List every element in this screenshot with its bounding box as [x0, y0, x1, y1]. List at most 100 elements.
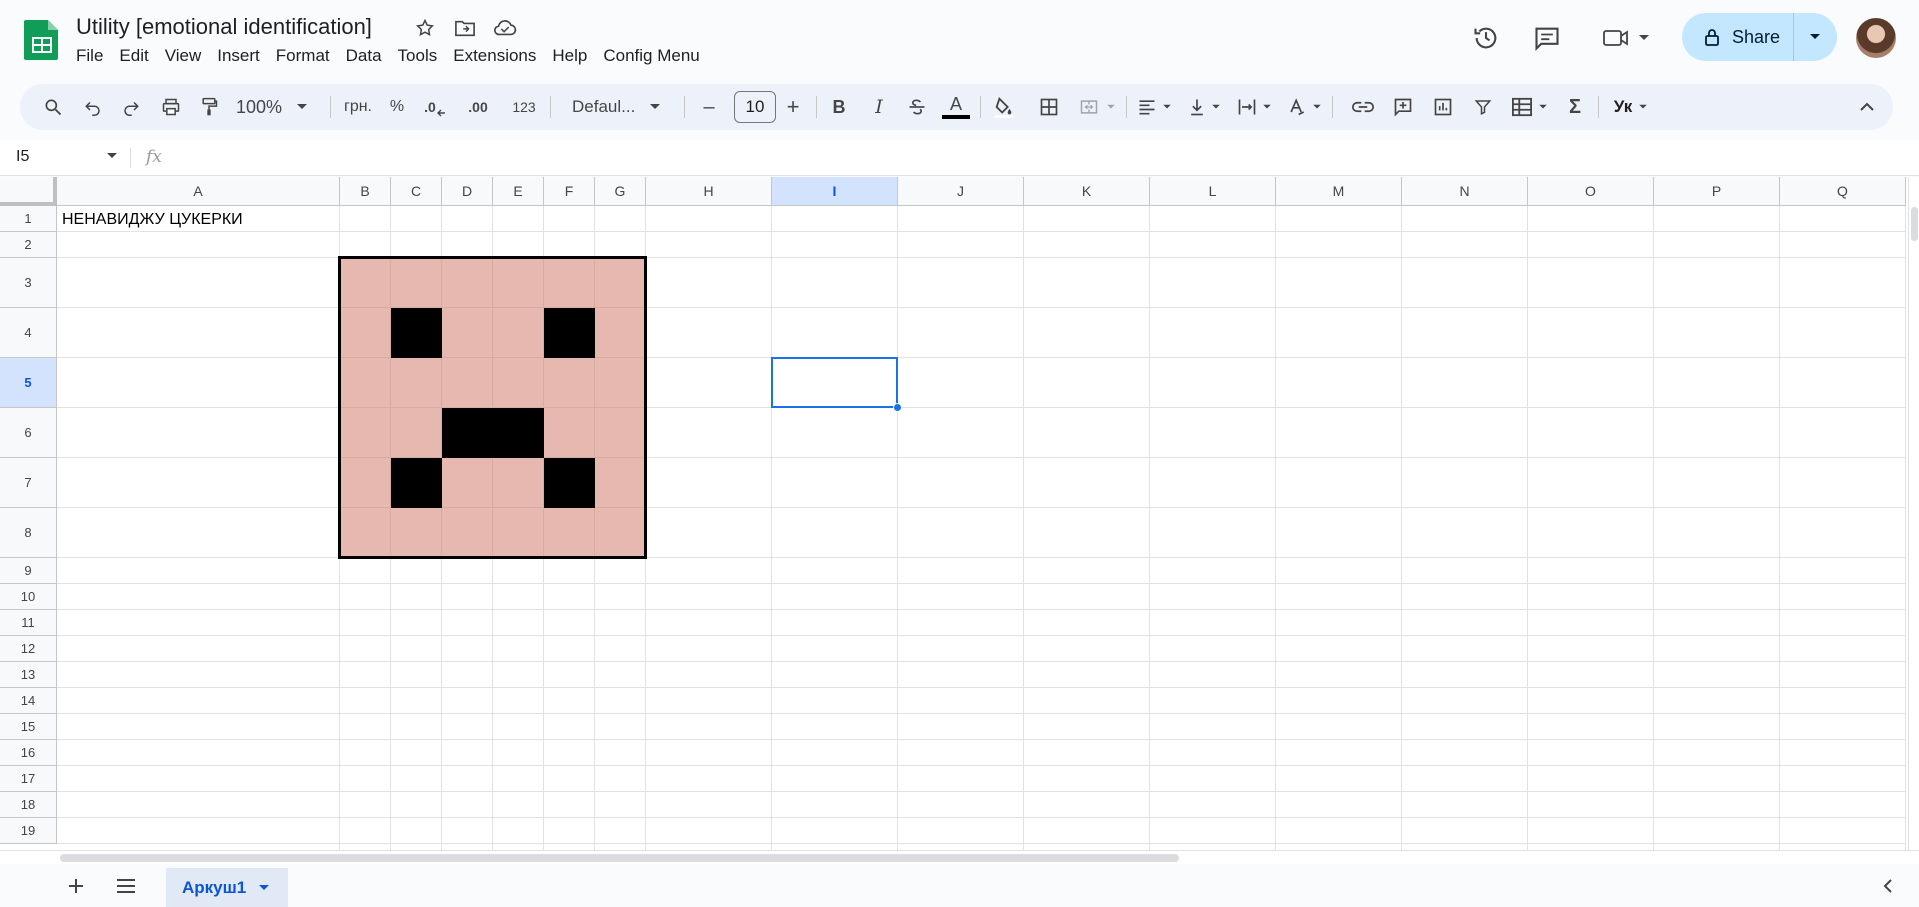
sheets-logo-icon[interactable] [24, 18, 60, 62]
column-header-q[interactable]: Q [1780, 177, 1906, 206]
horizontal-scrollbar[interactable] [0, 850, 1919, 864]
menu-edit[interactable]: Edit [111, 44, 156, 68]
menu-help[interactable]: Help [544, 44, 595, 68]
face-cell-f4[interactable] [544, 308, 595, 358]
face-cell-b3[interactable] [340, 258, 391, 308]
name-box[interactable]: I5 [16, 148, 29, 166]
menu-data[interactable]: Data [338, 44, 390, 68]
column-header-o[interactable]: O [1528, 177, 1654, 206]
fill-handle[interactable] [893, 403, 902, 412]
column-header-g[interactable]: G [595, 177, 646, 206]
bold-button[interactable]: B [822, 84, 856, 130]
add-sheet-icon[interactable] [62, 874, 90, 898]
undo-icon[interactable] [76, 84, 110, 130]
menu-file[interactable]: File [68, 44, 111, 68]
insert-chart-icon[interactable] [1426, 84, 1460, 130]
selected-cell-i5[interactable] [771, 357, 898, 408]
comments-icon[interactable] [1529, 20, 1565, 56]
face-cell-d7[interactable] [442, 458, 493, 508]
face-cell-c6[interactable] [391, 408, 442, 458]
column-header-e[interactable]: E [493, 177, 544, 206]
face-cell-d4[interactable] [442, 308, 493, 358]
decrease-font-size-button[interactable]: – [692, 84, 726, 130]
user-avatar[interactable] [1856, 18, 1896, 58]
search-menus-icon[interactable] [36, 84, 70, 130]
menu-view[interactable]: View [157, 44, 210, 68]
face-cell-f6[interactable] [544, 408, 595, 458]
zoom-select[interactable]: 100% [236, 84, 324, 130]
move-folder-icon[interactable] [452, 15, 478, 41]
text-wrapping-icon[interactable] [1232, 84, 1276, 130]
spreadsheet-grid[interactable]: ABCDEFGHIJKLMNOPQ 1 2 3 4 5 6 7 8 9 10 11 12 13 14 15 1… [0, 177, 1908, 850]
table-view-icon[interactable] [1506, 84, 1552, 130]
row-header-15[interactable]: 15 [0, 714, 57, 740]
functions-button[interactable]: Σ [1558, 84, 1592, 130]
face-cell-c4[interactable] [391, 308, 442, 358]
row-header-2[interactable]: 2 [0, 232, 57, 258]
column-header-i[interactable]: I [772, 177, 898, 206]
menu-extensions[interactable]: Extensions [445, 44, 544, 68]
sheet-tab-active[interactable]: Аркуш1 [166, 868, 288, 907]
sidebar-collapse-icon[interactable] [1876, 874, 1900, 898]
row-header-11[interactable]: 11 [0, 610, 57, 636]
format-percent-button[interactable]: % [382, 84, 412, 130]
face-cell-f3[interactable] [544, 258, 595, 308]
row-header-10[interactable]: 10 [0, 584, 57, 610]
row-header-5[interactable]: 5 [0, 358, 57, 408]
face-cell-c8[interactable] [391, 508, 442, 558]
face-cell-g5[interactable] [595, 358, 646, 408]
text-rotation-icon[interactable] [1282, 84, 1326, 130]
row-header-1[interactable]: 1 [0, 206, 57, 232]
face-cell-e5[interactable] [493, 358, 544, 408]
face-cell-g8[interactable] [595, 508, 646, 558]
filter-icon[interactable] [1466, 84, 1500, 130]
row-header-7[interactable]: 7 [0, 458, 57, 508]
column-header-h[interactable]: H [646, 177, 772, 206]
menu-config[interactable]: Config Menu [595, 44, 707, 68]
face-cell-d5[interactable] [442, 358, 493, 408]
text-color-button[interactable]: A [938, 84, 974, 130]
row-header-4[interactable]: 4 [0, 308, 57, 358]
vertical-scrollbar[interactable] [1908, 177, 1919, 850]
cell-a1[interactable]: НЕНАВИДЖУ ЦУКЕРКИ [62, 211, 243, 229]
face-cell-b5[interactable] [340, 358, 391, 408]
face-cell-c5[interactable] [391, 358, 442, 408]
face-cell-b4[interactable] [340, 308, 391, 358]
face-cell-e8[interactable] [493, 508, 544, 558]
all-sheets-icon[interactable] [112, 874, 140, 898]
face-cell-f7[interactable] [544, 458, 595, 508]
hide-menus-icon[interactable] [1850, 84, 1884, 130]
row-header-12[interactable]: 12 [0, 636, 57, 662]
column-header-f[interactable]: F [544, 177, 595, 206]
merge-cells-icon[interactable] [1072, 84, 1122, 130]
redo-icon[interactable] [114, 84, 148, 130]
font-size-input[interactable]: 10 [734, 91, 776, 123]
row-header-3[interactable]: 3 [0, 258, 57, 308]
select-all-corner[interactable] [0, 177, 57, 206]
column-header-k[interactable]: K [1024, 177, 1150, 206]
menu-tools[interactable]: Tools [390, 44, 446, 68]
print-icon[interactable] [154, 84, 188, 130]
row-header-16[interactable]: 16 [0, 740, 57, 766]
column-header-n[interactable]: N [1402, 177, 1528, 206]
document-title[interactable]: Utility [emotional identification] [76, 14, 372, 40]
horizontal-align-icon[interactable] [1132, 84, 1176, 130]
star-icon[interactable] [412, 15, 438, 41]
row-header-9[interactable]: 9 [0, 558, 57, 584]
face-cell-b6[interactable] [340, 408, 391, 458]
vertical-align-icon[interactable] [1182, 84, 1226, 130]
italic-button[interactable]: I [862, 84, 896, 130]
face-cell-g7[interactable] [595, 458, 646, 508]
name-box-dropdown-icon[interactable] [106, 152, 118, 160]
font-select[interactable]: Defaul... [560, 84, 676, 130]
menu-format[interactable]: Format [268, 44, 338, 68]
cloud-saved-icon[interactable] [492, 15, 518, 41]
decrease-decimal-button[interactable]: .0 [418, 84, 452, 130]
face-cell-b8[interactable] [340, 508, 391, 558]
face-cell-c3[interactable] [391, 258, 442, 308]
face-cell-d8[interactable] [442, 508, 493, 558]
insert-link-icon[interactable] [1346, 84, 1380, 130]
face-cell-g6[interactable] [595, 408, 646, 458]
more-formats-button[interactable]: 123 [504, 84, 544, 130]
face-cell-e3[interactable] [493, 258, 544, 308]
